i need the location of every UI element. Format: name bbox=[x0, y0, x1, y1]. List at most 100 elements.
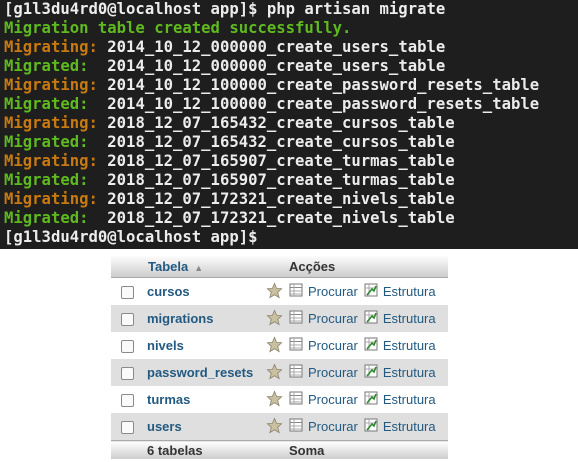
terminal-text: Migrated: bbox=[4, 133, 108, 151]
structure-action[interactable]: Estrutura bbox=[364, 337, 436, 354]
structure-action[interactable]: Estrutura bbox=[364, 283, 436, 300]
terminal-text: Migrating: bbox=[4, 190, 108, 208]
row-actions: Procurar Estrutura bbox=[289, 277, 448, 305]
terminal-text: Migrated: bbox=[4, 95, 108, 113]
row-actions: Procurar Estrutura bbox=[289, 332, 448, 359]
terminal-line: Migration table created successfully. bbox=[4, 19, 578, 38]
table-name-cell: turmas bbox=[144, 386, 260, 413]
table-name-link[interactable]: cursos bbox=[147, 284, 190, 299]
structure-label: Estrutura bbox=[382, 338, 436, 353]
table-name-cell: users bbox=[144, 413, 260, 441]
table-count-label: 6 tabelas bbox=[144, 440, 260, 459]
terminal-line: Migrated: 2018_12_07_165432_create_curso… bbox=[4, 133, 578, 152]
table-name-cell: migrations bbox=[144, 305, 260, 332]
row-select-cell bbox=[111, 277, 144, 305]
terminal-line: Migrating: 2018_12_07_165907_create_turm… bbox=[4, 152, 578, 171]
favorite-star-icon[interactable] bbox=[260, 277, 289, 305]
row-actions: Procurar Estrutura bbox=[289, 413, 448, 441]
table-name-column-header[interactable]: Tabela ▲ bbox=[144, 255, 289, 278]
row-checkbox[interactable] bbox=[121, 286, 134, 300]
table-name-link[interactable]: turmas bbox=[147, 392, 190, 407]
structure-icon bbox=[364, 310, 383, 327]
browse-icon bbox=[289, 283, 308, 300]
terminal-text: 2018_12_07_172321_create_nivels_table bbox=[107, 190, 455, 208]
table-name-cell: nivels bbox=[144, 332, 260, 359]
terminal-text: 2018_12_07_165432_create_cursos_table bbox=[107, 133, 455, 151]
terminal-window: [g1l3du4rd0@localhost app]$ php artisan … bbox=[0, 0, 578, 249]
row-checkbox[interactable] bbox=[121, 313, 134, 327]
terminal-text: Migrating: bbox=[4, 114, 108, 132]
row-actions: Procurar Estrutura bbox=[289, 386, 448, 413]
terminal-text: 2014_10_12_000000_create_users_table bbox=[107, 38, 446, 56]
row-checkbox[interactable] bbox=[121, 367, 134, 381]
table-row: turmas Procurar Estrutura bbox=[111, 386, 448, 413]
favorite-star-icon[interactable] bbox=[260, 386, 289, 413]
structure-icon bbox=[364, 391, 383, 408]
sum-label: Soma bbox=[289, 440, 448, 459]
structure-icon bbox=[364, 283, 383, 300]
table-header-row: Tabela ▲ Acções bbox=[111, 255, 448, 278]
terminal-line: Migrating: 2018_12_07_172321_create_nive… bbox=[4, 190, 578, 209]
structure-label: Estrutura bbox=[382, 392, 436, 407]
table-row: nivels Procurar Estrutura bbox=[111, 332, 448, 359]
structure-label: Estrutura bbox=[382, 311, 436, 326]
terminal-text: [g1l3du4rd0@localhost app]$ php artisan … bbox=[4, 0, 446, 18]
table-name-link[interactable]: password_resets bbox=[147, 365, 253, 380]
table-name-column-label: Tabela bbox=[148, 258, 189, 274]
browse-icon bbox=[289, 364, 308, 381]
browse-label: Procurar bbox=[308, 365, 358, 380]
row-checkbox[interactable] bbox=[121, 340, 134, 354]
structure-label: Estrutura bbox=[382, 365, 436, 380]
structure-action[interactable]: Estrutura bbox=[364, 418, 436, 435]
table-row: password_resets Procurar Estrutura bbox=[111, 359, 448, 386]
terminal-text: 2018_12_07_165907_create_turmas_table bbox=[107, 171, 455, 189]
table-name-link[interactable]: nivels bbox=[147, 338, 184, 353]
terminal-line: Migrated: 2014_10_12_000000_create_users… bbox=[4, 57, 578, 76]
browse-action[interactable]: Procurar bbox=[289, 391, 358, 408]
terminal-line: Migrated: 2018_12_07_172321_create_nivel… bbox=[4, 209, 578, 228]
browse-icon bbox=[289, 391, 308, 408]
row-checkbox[interactable] bbox=[121, 421, 134, 435]
structure-icon bbox=[364, 418, 383, 435]
row-checkbox[interactable] bbox=[121, 394, 134, 408]
terminal-line: [g1l3du4rd0@localhost app]$ php artisan … bbox=[4, 0, 578, 19]
structure-icon bbox=[364, 337, 383, 354]
favorite-star-icon[interactable] bbox=[260, 413, 289, 441]
select-column-header bbox=[111, 255, 144, 278]
favorite-star-icon[interactable] bbox=[260, 332, 289, 359]
favorite-star-icon[interactable] bbox=[260, 305, 289, 332]
terminal-text: Migration table created successfully. bbox=[4, 19, 352, 37]
browse-label: Procurar bbox=[308, 392, 358, 407]
row-select-cell bbox=[111, 413, 144, 441]
terminal-line: [g1l3du4rd0@localhost app]$ bbox=[4, 228, 578, 247]
favorite-star-icon[interactable] bbox=[260, 359, 289, 386]
terminal-text: Migrating: bbox=[4, 152, 108, 170]
row-select-cell bbox=[111, 359, 144, 386]
structure-action[interactable]: Estrutura bbox=[364, 391, 436, 408]
table-row: users Procurar Estrutura bbox=[111, 413, 448, 441]
sort-ascending-icon: ▲ bbox=[194, 262, 204, 273]
browse-action[interactable]: Procurar bbox=[289, 418, 358, 435]
table-name-link[interactable]: users bbox=[147, 419, 182, 434]
terminal-text: Migrated: bbox=[4, 209, 108, 227]
structure-action[interactable]: Estrutura bbox=[364, 310, 436, 327]
browse-action[interactable]: Procurar bbox=[289, 364, 358, 381]
browse-action[interactable]: Procurar bbox=[289, 337, 358, 354]
terminal-line: Migrating: 2014_10_12_000000_create_user… bbox=[4, 38, 578, 57]
table-name-link[interactable]: migrations bbox=[147, 311, 213, 326]
terminal-text: Migrated: bbox=[4, 57, 108, 75]
table-name-cell: cursos bbox=[144, 277, 260, 305]
terminal-line: Migrated: 2014_10_12_100000_create_passw… bbox=[4, 95, 578, 114]
terminal-text: Migrated: bbox=[4, 171, 108, 189]
terminal-text: [g1l3du4rd0@localhost app]$ bbox=[4, 228, 258, 246]
terminal-text: 2014_10_12_100000_create_password_resets… bbox=[107, 95, 540, 113]
terminal-text: 2018_12_07_165432_create_cursos_table bbox=[107, 114, 455, 132]
structure-icon bbox=[364, 364, 383, 381]
browse-action[interactable]: Procurar bbox=[289, 283, 358, 300]
structure-action[interactable]: Estrutura bbox=[364, 364, 436, 381]
terminal-text: Migrating: bbox=[4, 76, 108, 94]
terminal-text: 2018_12_07_165907_create_turmas_table bbox=[107, 152, 455, 170]
terminal-text: Migrating: bbox=[4, 38, 108, 56]
browse-action[interactable]: Procurar bbox=[289, 310, 358, 327]
browse-label: Procurar bbox=[308, 419, 358, 434]
